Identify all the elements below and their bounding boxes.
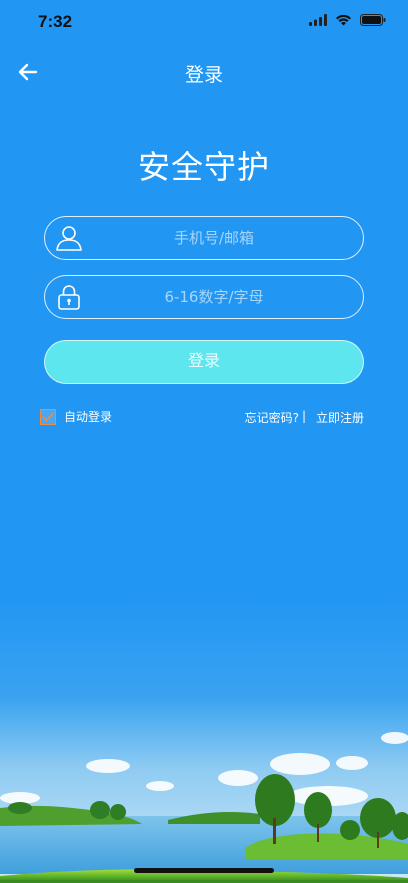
login-options: 自动登录 忘记密码? | 立即注册 [40,408,364,426]
account-input[interactable] [95,217,333,259]
login-button[interactable]: 登录 [44,340,364,384]
forgot-password-link[interactable]: 忘记密码? [245,409,299,426]
wifi-icon [336,14,351,26]
user-icon [56,226,82,251]
home-indicator [134,868,274,873]
nav-bar: 登录 [0,44,408,98]
register-link[interactable]: 立即注册 [316,409,364,426]
page-heading: 安全守护 [137,148,270,186]
signal-icon [309,14,327,26]
password-field [44,275,364,319]
status-bar: 7:32 [0,0,408,44]
battery-icon [360,14,386,26]
lock-icon [58,285,80,310]
auto-login-checkbox[interactable] [40,408,56,425]
status-icons [309,14,386,26]
status-time: 7:32 [38,12,73,31]
landscape-background-image [0,598,408,883]
account-links: 忘记密码? | 立即注册 [245,409,364,426]
auto-login-toggle[interactable]: 自动登录 [40,408,112,425]
password-input[interactable] [95,276,333,318]
login-main: 安全守护 登录 自动登录 忘记密码? | 立即注册 [0,98,408,883]
check-icon [42,412,54,421]
auto-login-label: 自动登录 [64,410,113,424]
link-separator: | [301,409,306,423]
nav-title: 登录 [184,64,223,86]
account-field [44,216,364,260]
